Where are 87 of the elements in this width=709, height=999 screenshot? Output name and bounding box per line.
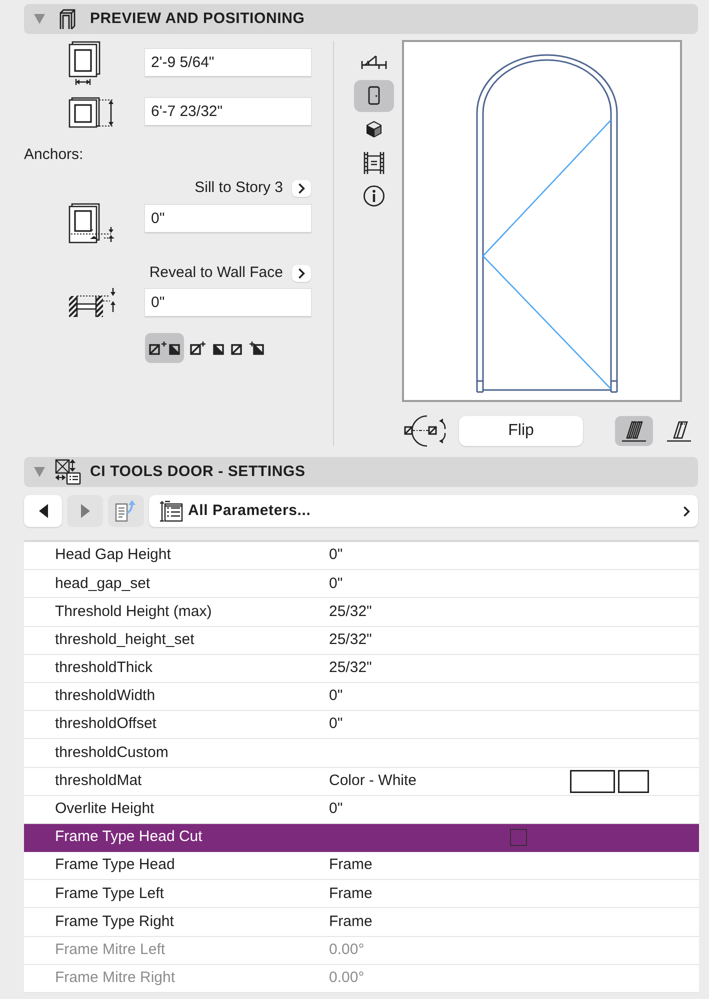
slanted-panels-icon [621,420,647,442]
material-swatch-icon[interactable] [570,770,615,793]
parameter-row[interactable]: thresholdOffset 0" [24,711,699,740]
parameter-value: Frame [329,855,374,876]
input-field[interactable]: 0" [145,289,311,317]
square-plus-icon [190,341,207,355]
parameter-list-icon [159,499,183,523]
chevron-right-icon [298,268,305,278]
parameter-value: 25/32" [329,630,373,650]
parameter-name: Frame Type Head Cut [54,827,204,848]
parameter-name: Frame Type Right [54,912,175,932]
section-title: CI TOOLS DOOR - SETTINGS [90,462,306,482]
right-triangle-icon [80,504,90,518]
parameter-value: 0" [329,686,344,706]
document-arrow-icon [114,500,138,522]
anchor-label: Sill to Story 3 [194,178,283,198]
parameter-value: 0" [329,545,344,566]
cube-icon [365,120,383,138]
parameter-name: Frame Mitre Right [54,968,176,988]
parameter-name: thresholdOffset [54,714,158,734]
parameter-row[interactable]: Frame Type Left Frame [24,880,699,908]
input-field[interactable]: 0" [145,205,311,233]
page-menu-dropdown[interactable]: All Parameters... [149,495,698,527]
parameter-value: 0" [329,799,344,820]
parameter-value: 0.00° [329,968,366,988]
square-icon [213,341,225,355]
checkbox[interactable] [510,828,527,846]
anchor-menu-button[interactable] [292,180,311,196]
parameter-value: Frame [329,912,374,932]
door-frame-icon [59,8,76,30]
parameter-value: 0" [329,714,344,734]
flip-button[interactable]: Flip [459,416,583,446]
parameter-row[interactable]: thresholdWidth 0" [24,682,699,712]
parameter-row[interactable]: head_gap_set 0" [24,570,699,598]
angle-measure-icon [361,54,387,70]
parameter-name: thresholdCustom [54,742,170,763]
parameter-value: 25/32" [329,658,373,678]
parameter-name: threshold_height_set [54,630,196,650]
chevron-right-icon [683,506,690,516]
parameter-value: 25/32" [329,602,373,622]
back-button[interactable] [24,495,62,527]
material-swatch-icon[interactable] [618,770,649,793]
parameter-name: Overlite Height [54,799,156,820]
parameter-row[interactable]: Frame Type Right Frame [24,908,699,937]
parameter-name: thresholdWidth [54,686,156,706]
view-mode-button[interactable] [354,80,394,112]
parameter-row[interactable]: thresholdMat Color - White [24,768,699,796]
parameter-row[interactable]: Frame Type Head Cut [24,824,699,852]
settings-list-icon [54,459,80,485]
slanted-panels-icon [666,420,692,442]
parameter-value: 0" [329,574,344,594]
input-field[interactable]: 6'-7 23/32" [145,98,311,126]
anchor-label: Reveal to Wall Face [149,262,283,283]
door-icon [368,86,380,105]
square-icon [231,341,243,355]
parameter-value: 0.00° [329,940,366,960]
parameter-value: Color - White [329,770,418,791]
film-strip-icon [363,152,385,174]
parameter-row[interactable]: threshold_height_set 25/32" [24,626,699,655]
parameter-name: Frame Mitre Left [54,940,166,960]
parameter-name: head_gap_set [54,574,152,594]
square-pair-plus-icon [148,341,180,355]
square-plus-icon [249,341,264,355]
anchors-label: Anchors: [24,145,84,165]
parameter-row[interactable]: thresholdThick 25/32" [24,654,699,683]
parameter-name: Frame Type Left [54,884,165,904]
section-header[interactable]: PREVIEW AND POSITIONING [24,4,698,34]
parameter-name: Threshold Height (max) [54,602,213,622]
anchor-menu-button[interactable] [292,264,311,282]
anchor-option-button[interactable] [145,333,184,363]
parameter-name: Frame Type Head [54,855,176,876]
parameter-row[interactable]: Threshold Height (max) 25/32" [24,598,699,627]
section-header[interactable]: CI TOOLS DOOR - SETTINGS [24,457,698,487]
parameter-row[interactable]: thresholdCustom [24,739,699,768]
opening-mode-button[interactable] [615,416,653,446]
input-field[interactable]: 2'-9 5/64" [145,49,311,77]
parameter-row[interactable]: Frame Type Head Frame [24,852,699,880]
parameter-value: Frame [329,884,374,904]
section-title: PREVIEW AND POSITIONING [90,8,305,29]
door-width-icon [68,41,102,85]
left-triangle-icon [38,504,48,518]
parameter-row[interactable]: Head Gap Height 0" [24,542,699,570]
parameter-name: thresholdMat [54,770,143,791]
chevron-right-icon [298,182,305,194]
parameter-name: Head Gap Height [54,545,172,566]
info-icon [363,185,385,207]
parameter-name: thresholdThick [54,658,154,678]
